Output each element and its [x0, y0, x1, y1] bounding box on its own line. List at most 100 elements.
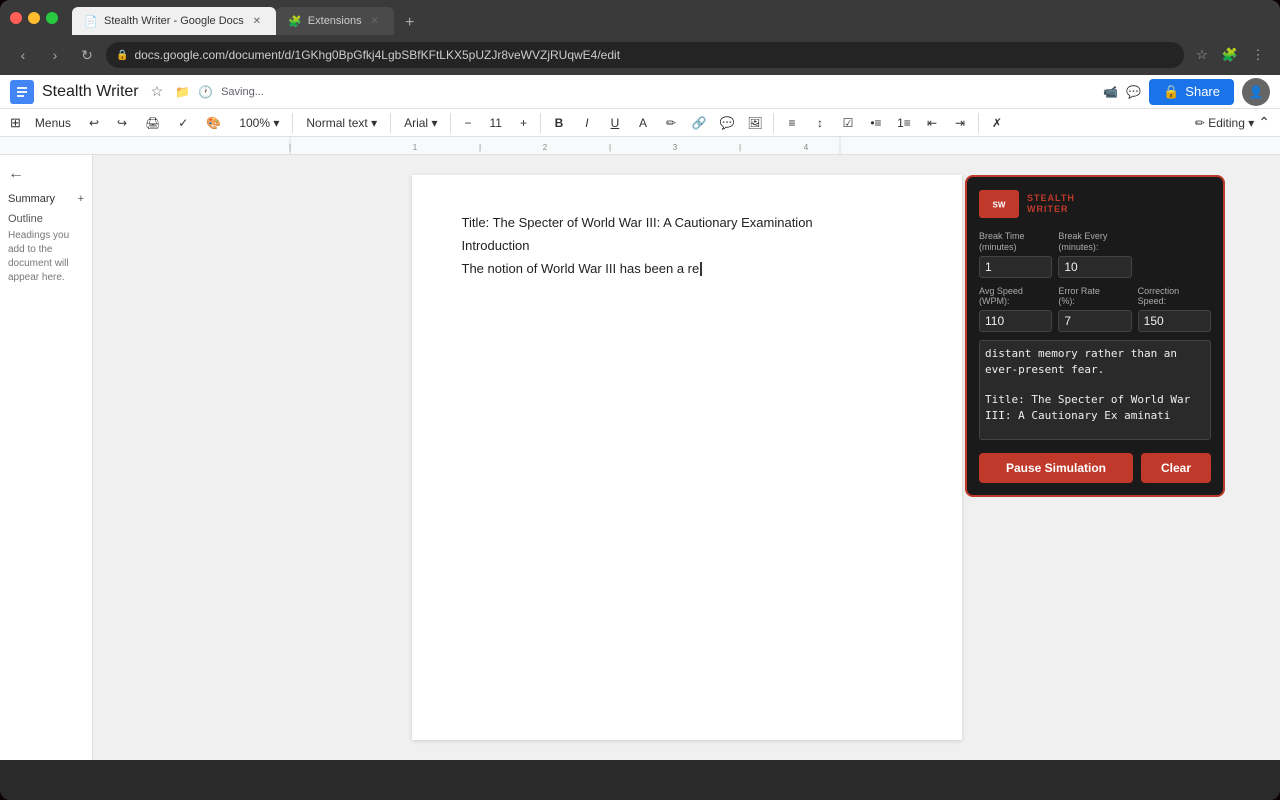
menu-grid-icon[interactable]: ⊞: [10, 115, 21, 131]
font-size-value[interactable]: 11: [481, 113, 509, 133]
bullets-button[interactable]: •≡: [863, 110, 889, 136]
share-label: Share: [1185, 84, 1220, 99]
editing-mode-select[interactable]: ✏ Editing ▾: [1195, 116, 1254, 130]
comment-button[interactable]: 💬: [714, 110, 740, 136]
svg-text:|: |: [479, 143, 481, 152]
align-button[interactable]: ≡: [779, 110, 805, 136]
break-time-input[interactable]: [979, 256, 1052, 278]
traffic-lights: [10, 12, 58, 24]
user-avatar[interactable]: 👤: [1242, 78, 1270, 106]
widget-header: SW STEALTH WRITER: [979, 189, 1211, 219]
new-tab-button[interactable]: +: [398, 11, 422, 35]
docs-tab-icon: 📄: [84, 14, 98, 28]
pause-simulation-button[interactable]: Pause Simulation: [979, 453, 1133, 483]
error-rate-input[interactable]: [1058, 310, 1131, 332]
widget-content-textarea[interactable]: distant memory rather than an ever-prese…: [979, 340, 1211, 440]
font-size-decrease[interactable]: −: [456, 113, 479, 133]
navbar: ‹ › ↻ 🔒 docs.google.com/document/d/1GKhg…: [0, 35, 1280, 75]
menu-redo[interactable]: ↪: [109, 113, 135, 133]
document-page: Title: The Specter of World War III: A C…: [412, 175, 962, 740]
decrease-indent-button[interactable]: ⇤: [919, 110, 945, 136]
meet-icon[interactable]: 📹: [1103, 85, 1118, 99]
nav-right-buttons: ☆ 🧩 ⋮: [1190, 43, 1270, 67]
clear-button[interactable]: Clear: [1141, 453, 1211, 483]
docs-history-icon[interactable]: 🕐: [198, 85, 213, 99]
expand-button[interactable]: ⌃: [1258, 114, 1270, 131]
error-rate-label: Error Rate(%):: [1058, 286, 1131, 308]
tabs-area: 📄 Stealth Writer - Google Docs ✕ 🧩 Exten…: [72, 0, 422, 35]
correction-speed-field: CorrectionSpeed:: [1138, 286, 1211, 333]
line-spacing-button[interactable]: ↕: [807, 110, 833, 136]
docs-star-icon[interactable]: ☆: [151, 83, 164, 100]
add-summary-button[interactable]: +: [78, 193, 84, 205]
docs-folder-icon[interactable]: 📁: [175, 85, 190, 99]
tab-google-docs[interactable]: 📄 Stealth Writer - Google Docs ✕: [72, 7, 276, 35]
checklist-button[interactable]: ☑: [835, 110, 861, 136]
share-button[interactable]: 🔒 Share: [1149, 79, 1234, 105]
comments-icon[interactable]: 💬: [1126, 85, 1141, 99]
menu-paint[interactable]: 🎨: [198, 113, 229, 133]
menu-menus[interactable]: Menus: [27, 113, 79, 133]
font-size-increase[interactable]: +: [512, 113, 535, 133]
break-every-input[interactable]: [1058, 256, 1131, 278]
lock-icon: 🔒: [116, 50, 128, 61]
numbered-button[interactable]: 1≡: [891, 110, 917, 136]
doc-line-3-text: The notion of World War III has been a r…: [462, 261, 700, 276]
correction-speed-label: CorrectionSpeed:: [1138, 286, 1211, 308]
doc-line-2: Introduction: [462, 238, 912, 253]
sidebar-back-button[interactable]: ←: [8, 165, 84, 183]
text-color-button[interactable]: A: [630, 110, 656, 136]
paragraph-style-label: Normal text: [306, 116, 367, 130]
svg-text:3: 3: [673, 143, 678, 152]
close-button[interactable]: [10, 12, 22, 24]
menu-print[interactable]: 🖨: [137, 113, 168, 133]
address-bar[interactable]: 🔒 docs.google.com/document/d/1GKhg0BpGfk…: [106, 42, 1184, 68]
titlebar: 📄 Stealth Writer - Google Docs ✕ 🧩 Exten…: [0, 0, 1280, 35]
tab-google-docs-close[interactable]: ✕: [250, 14, 264, 28]
menu-undo[interactable]: ↩: [81, 113, 107, 133]
tab-google-docs-label: Stealth Writer - Google Docs: [104, 15, 244, 27]
break-every-field: Break Every(minutes):: [1058, 231, 1131, 278]
link-button[interactable]: 🔗: [686, 110, 712, 136]
zoom-value: 100%: [239, 116, 270, 130]
menu-spellcheck[interactable]: ✓: [170, 113, 196, 133]
maximize-button[interactable]: [46, 12, 58, 24]
svg-text:2: 2: [543, 143, 548, 152]
cursor: [700, 262, 702, 276]
bold-button[interactable]: B: [546, 110, 572, 136]
widget-buttons: Pause Simulation Clear: [979, 453, 1211, 483]
ninja-banner-container: MIMIC HUMAN TYPING: [382, 730, 902, 760]
menu-icon[interactable]: ⋮: [1246, 43, 1270, 67]
bookmark-icon[interactable]: ☆: [1190, 43, 1214, 67]
italic-button[interactable]: I: [574, 110, 600, 136]
clear-formatting-button[interactable]: ✗: [984, 110, 1010, 136]
widget-logo-icon: SW: [979, 189, 1019, 219]
back-button[interactable]: ‹: [10, 42, 36, 68]
address-text: docs.google.com/document/d/1GKhg0BpGfkj4…: [134, 48, 620, 62]
font-select[interactable]: Arial ▾: [396, 113, 445, 133]
correction-speed-input[interactable]: [1138, 310, 1211, 332]
widget-brand-text: STEALTH WRITER: [1027, 193, 1075, 215]
widget-fields-row2: Avg Speed(WPM): Error Rate(%): Correctio…: [979, 286, 1211, 333]
minimize-button[interactable]: [28, 12, 40, 24]
ruler: | 1 | 2 | 3 | 4: [0, 137, 1280, 155]
reload-button[interactable]: ↻: [74, 42, 100, 68]
tab-extensions[interactable]: 🧩 Extensions ✕: [276, 7, 394, 35]
widget-fields-row1: Break Time(minutes) Break Every(minutes)…: [979, 231, 1211, 278]
share-lock-icon: 🔒: [1163, 84, 1179, 100]
extensions-icon[interactable]: 🧩: [1218, 43, 1242, 67]
browser-window: 📄 Stealth Writer - Google Docs ✕ 🧩 Exten…: [0, 0, 1280, 800]
svg-text:|: |: [289, 143, 291, 152]
increase-indent-button[interactable]: ⇥: [947, 110, 973, 136]
highlight-button[interactable]: ✏: [658, 110, 684, 136]
svg-text:4: 4: [804, 143, 809, 152]
forward-button[interactable]: ›: [42, 42, 68, 68]
sidebar-summary-section: Summary +: [8, 193, 84, 205]
underline-button[interactable]: U: [602, 110, 628, 136]
paragraph-style-select[interactable]: Normal text ▾: [298, 113, 385, 133]
tab-extensions-close[interactable]: ✕: [368, 14, 382, 28]
avg-speed-input[interactable]: [979, 310, 1052, 332]
menu-zoom[interactable]: 100% ▾: [231, 113, 287, 133]
docs-logo: [10, 80, 34, 104]
image-button[interactable]: 🖼: [742, 110, 768, 136]
